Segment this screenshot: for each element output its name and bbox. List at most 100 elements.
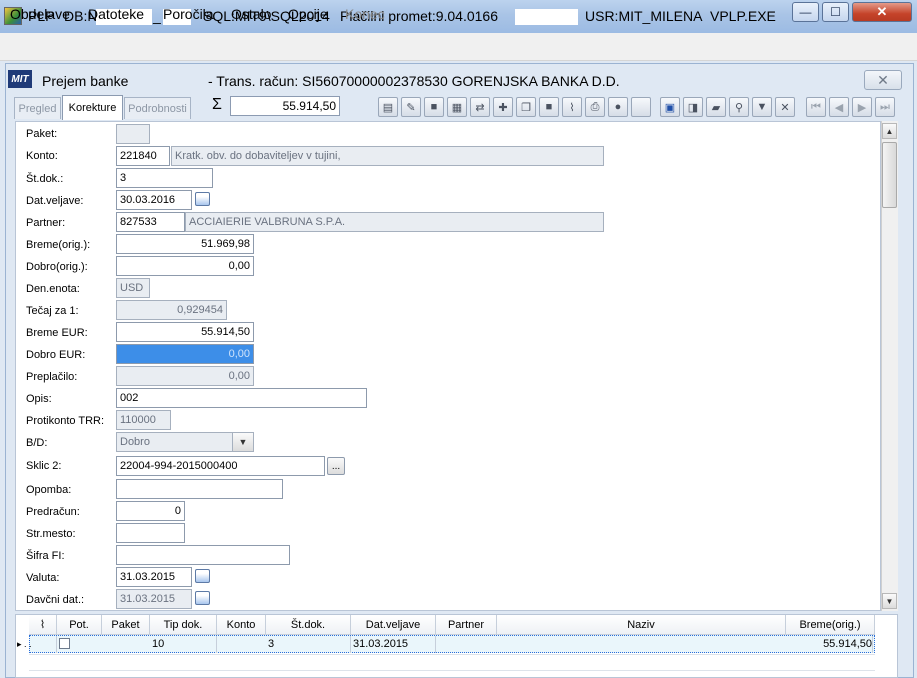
tecaj-field: 0,929454 [116, 300, 227, 320]
cell-stdok: 3 [268, 636, 351, 653]
label-konto: Konto: [26, 150, 58, 162]
label-partner: Partner: [26, 217, 66, 229]
dobroeur-field[interactable]: 0,00 [116, 344, 254, 364]
col-tipdok[interactable]: Tip dok. [150, 615, 217, 635]
partner-desc: ACCIAIERIE VALBRUNA S.P.A. [185, 212, 604, 232]
cell-datveljave: 31.03.2015 [353, 636, 436, 653]
menu-konec: Konec [345, 6, 385, 22]
label-dobroorig: Dobro(orig.): [26, 261, 88, 273]
transfer-icon[interactable]: ⇄ [470, 97, 490, 117]
cell-tipdok: 10 [152, 636, 217, 653]
menu-ostalo[interactable]: Ostalo [231, 6, 271, 22]
bd-select-value: Dobro [120, 436, 150, 448]
predracun-field[interactable]: 0 [116, 501, 185, 521]
filter-icon[interactable]: ▼ [752, 97, 772, 117]
datveljave-field[interactable]: 30.03.2016 [116, 190, 192, 210]
col-konto[interactable]: Konto [217, 615, 266, 635]
tab-pregled[interactable]: Pregled [14, 97, 61, 119]
menu-obdelave[interactable]: Obdelave [10, 6, 70, 22]
konto-field[interactable]: 221840 [116, 146, 170, 166]
label-opomba: Opomba: [26, 484, 72, 496]
close-button[interactable]: ✕ [852, 2, 912, 22]
folder-icon[interactable]: ▰ [706, 97, 726, 117]
calendar-icon[interactable] [195, 192, 210, 206]
strmesto-field[interactable] [116, 523, 185, 543]
chevron-down-icon[interactable]: ▼ [232, 433, 253, 451]
col-stdok[interactable]: Št.dok. [266, 615, 351, 635]
label-sifrafi: Šifra FI: [26, 550, 65, 562]
col-datveljave[interactable]: Dat.veljave [351, 615, 436, 635]
maximize-button[interactable]: ☐ [822, 2, 849, 22]
menu-porocila[interactable]: Poročila [163, 6, 214, 22]
scroll-up-icon[interactable]: ▲ [882, 123, 897, 139]
label-bd: B/D: [26, 437, 48, 449]
copy-icon[interactable]: ❐ [516, 97, 536, 117]
next-icon[interactable]: ▶ [852, 97, 872, 117]
tab-korekture[interactable]: Korekture [62, 95, 123, 120]
calendar-icon[interactable] [195, 591, 210, 605]
last-icon[interactable]: ⏭ [875, 97, 895, 117]
save-icon[interactable]: ▣ [660, 97, 680, 117]
partner-field[interactable]: 827533 [116, 212, 185, 232]
sklic-field[interactable]: 22004-994-2015000400 [116, 456, 325, 476]
label-valuta: Valuta: [26, 572, 60, 584]
denenota-field: USD [116, 278, 150, 298]
sklic-browse-button[interactable]: ... [327, 457, 345, 475]
label-davcnidat: Davčni dat.: [26, 594, 85, 606]
stdok-field[interactable]: 3 [116, 168, 213, 188]
calendar-icon[interactable] [195, 569, 210, 583]
menu-opcije[interactable]: Opcije [288, 6, 328, 22]
print-icon[interactable]: ⎙ [585, 97, 605, 117]
prev-icon[interactable]: ◀ [829, 97, 849, 117]
opis-field[interactable]: 002 [116, 388, 367, 408]
col-partner[interactable]: Partner [436, 615, 497, 635]
col-paket[interactable]: Paket [102, 615, 150, 635]
protikonto-field: 110000 [116, 410, 171, 430]
user-label: USR:MIT_MILENA [585, 8, 703, 24]
valuta-field[interactable]: 31.03.2015 [116, 567, 192, 587]
opomba-field[interactable] [116, 479, 283, 499]
mit-logo-icon: MIT [8, 70, 32, 88]
minimize-button[interactable]: — [792, 2, 819, 22]
bremeeur-field[interactable]: 55.914,50 [116, 322, 254, 342]
child-close-button[interactable]: ✕ [864, 70, 902, 90]
col-breme[interactable]: Breme(orig.) [786, 615, 875, 635]
clear-icon[interactable]: ✕ [775, 97, 795, 117]
label-bremeeur: Breme EUR: [26, 327, 88, 339]
label-tecaj: Tečaj za 1: [26, 305, 79, 317]
bremeorig-field[interactable]: 51.969,98 [116, 234, 254, 254]
redacted-field-3 [515, 9, 578, 25]
blank-icon[interactable]: ■ [424, 97, 444, 117]
col-pot[interactable]: Pot. [57, 615, 102, 635]
circle-icon[interactable]: ● [608, 97, 628, 117]
table-icon[interactable]: ■ [539, 97, 559, 117]
scroll-down-icon[interactable]: ▼ [882, 593, 897, 609]
row-marker: ▸ . . [17, 636, 57, 653]
first-icon[interactable]: ⏮ [806, 97, 826, 117]
paperclip-icon[interactable]: ⌇ [29, 615, 57, 635]
calc-icon[interactable]: ▦ [447, 97, 467, 117]
open-folder-icon[interactable]: ◨ [683, 97, 703, 117]
label-bremeorig: Breme(orig.): [26, 239, 91, 251]
attach-icon[interactable]: ⌇ [562, 97, 582, 117]
grid-row-divider [29, 670, 875, 671]
label-opis: Opis: [26, 393, 52, 405]
pot-checkbox[interactable] [59, 638, 70, 649]
sifrafi-field[interactable] [116, 545, 290, 565]
dobroorig-field[interactable]: 0,00 [116, 256, 254, 276]
label-datveljave: Dat.veljave: [26, 195, 84, 207]
label-strmesto: Str.mesto: [26, 528, 76, 540]
puzzle-icon[interactable]: ✚ [493, 97, 513, 117]
empty-icon[interactable] [631, 97, 651, 117]
grid-row-divider [29, 654, 875, 655]
paket-field [116, 124, 150, 144]
scroll-thumb[interactable] [882, 142, 897, 208]
menu-datoteke[interactable]: Datoteke [88, 6, 144, 22]
sum-field: 55.914,50 [230, 96, 340, 116]
col-naziv[interactable]: Naziv [497, 615, 786, 635]
edit-icon[interactable]: ✎ [401, 97, 421, 117]
tab-podrobnosti[interactable]: Podrobnosti [124, 97, 191, 119]
search-icon[interactable]: ⚲ [729, 97, 749, 117]
davcnidat-field: 31.03.2015 [116, 589, 192, 609]
document-icon[interactable]: ▤ [378, 97, 398, 117]
